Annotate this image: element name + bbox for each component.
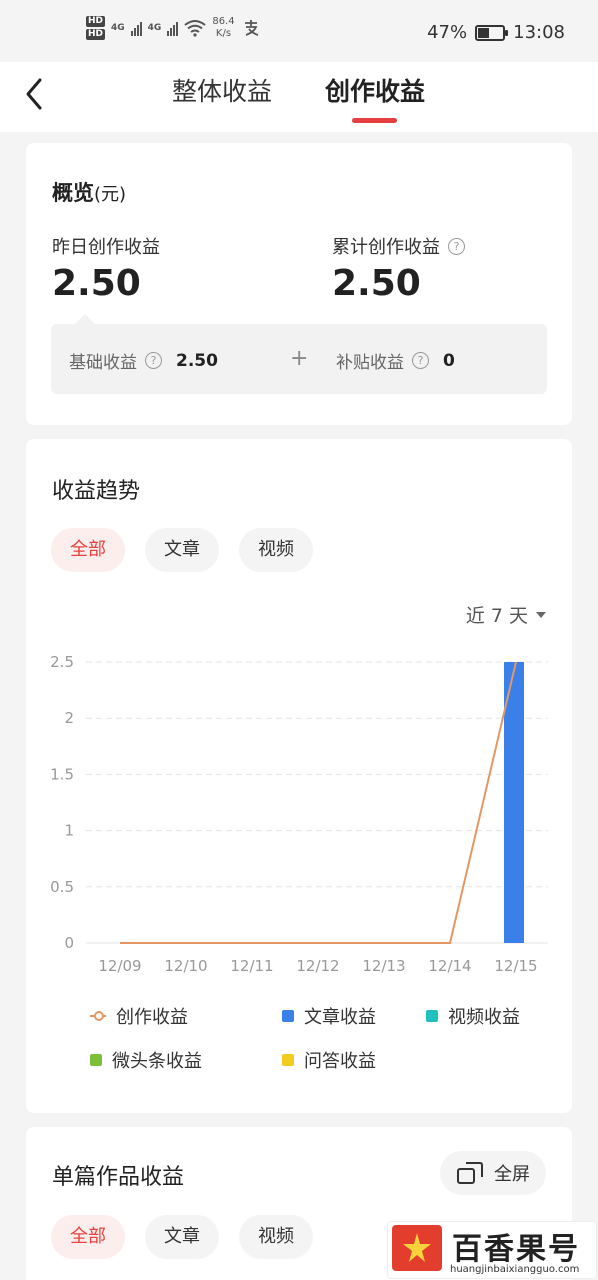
legend-item-articles[interactable]: 文章收益 xyxy=(282,1003,376,1029)
x-tick-label: 12/15 xyxy=(494,957,537,975)
fullscreen-button[interactable]: 全屏 xyxy=(440,1151,546,1195)
base-earnings-value: 2.50 xyxy=(176,350,218,371)
yesterday-label: 昨日创作收益 xyxy=(52,233,160,259)
legend-item-qa[interactable]: 问答收益 xyxy=(282,1047,376,1073)
date-range-dropdown[interactable]: 近 7 天 xyxy=(466,601,546,628)
alipay-icon xyxy=(244,20,258,36)
legend-label-qa: 问答收益 xyxy=(304,1051,376,1072)
total-value: 2.50 xyxy=(332,263,421,304)
overview-unit: (元) xyxy=(94,184,127,205)
single-work-title: 单篇作品收益 xyxy=(52,1165,185,1190)
x-tick-label: 12/13 xyxy=(362,957,405,975)
watermark-logo xyxy=(392,1225,442,1271)
filter-articles[interactable]: 文章 xyxy=(145,528,219,572)
line-marker-icon xyxy=(90,1011,106,1021)
hd-badge-2: HD xyxy=(86,29,106,40)
chart-legend: 创作收益 文章收益 视频收益 微头条收益 问答收益 xyxy=(90,1003,550,1093)
overview-card: 概览(元) 昨日创作收益 2.50 累计创作收益 ? 2.50 基础收益 ? 2… xyxy=(26,143,572,425)
help-icon[interactable]: ? xyxy=(145,352,162,369)
network-speed: 86.4 K/s xyxy=(212,16,234,40)
network-label-2: 4G xyxy=(147,23,162,33)
legend-swatch xyxy=(426,1010,438,1022)
legend-label-videos: 视频收益 xyxy=(448,1007,520,1028)
y-tick-label: 1 xyxy=(64,822,74,840)
total-label: 累计创作收益 ? xyxy=(332,233,465,259)
yesterday-value: 2.50 xyxy=(52,263,141,304)
fullscreen-label: 全屏 xyxy=(494,1164,530,1185)
x-tick-label: 12/12 xyxy=(296,957,339,975)
y-tick-label: 2 xyxy=(64,709,74,727)
signal-icon-2 xyxy=(167,20,179,36)
status-right: 47% 13:08 xyxy=(427,22,565,43)
earnings-trend-card: 收益趋势 全部 文章 视频 近 7 天 0 0.5 1 1.5 2 2.5 12/09 12/… xyxy=(26,439,572,1113)
subsidy-earnings: 补贴收益 ? 0 xyxy=(336,348,455,374)
y-tick-label: 2.5 xyxy=(50,653,74,671)
watermark: 百香果号 huangjinbaixiangguo.com xyxy=(388,1222,596,1278)
trend-filter-chips: 全部 文章 视频 xyxy=(51,528,313,572)
series-line xyxy=(120,661,517,944)
base-earnings: 基础收益 ? 2.50 xyxy=(69,348,218,374)
single-work-filter-chips: 全部 文章 视频 xyxy=(51,1215,313,1259)
y-tick-label: 1.5 xyxy=(50,765,74,783)
speed-value: 86.4 xyxy=(212,16,235,27)
trend-title: 收益趋势 xyxy=(52,479,141,504)
legend-swatch xyxy=(90,1054,102,1066)
tab-overall-earnings[interactable]: 整体收益 xyxy=(172,72,272,108)
signal-icon xyxy=(130,20,142,36)
legend-swatch xyxy=(282,1010,294,1022)
fullscreen-icon xyxy=(457,1162,483,1184)
single-filter-videos[interactable]: 视频 xyxy=(239,1215,313,1259)
legend-label-microheadline: 微头条收益 xyxy=(112,1051,202,1072)
y-tick-label: 0 xyxy=(64,934,74,952)
overview-title: 概览(元) xyxy=(52,177,126,207)
legend-item-creation[interactable]: 创作收益 xyxy=(90,1003,188,1029)
star-icon xyxy=(403,1233,431,1262)
tab-creation-earnings[interactable]: 创作收益 xyxy=(325,72,425,108)
date-range-label: 近 7 天 xyxy=(465,605,528,627)
subsidy-earnings-value: 0 xyxy=(443,350,455,371)
watermark-url: huangjinbaixiangguo.com xyxy=(450,1264,580,1275)
earnings-breakdown: 基础收益 ? 2.50 + 补贴收益 ? 0 xyxy=(51,314,547,394)
hd-badge-1: HD xyxy=(86,16,106,27)
active-tab-indicator xyxy=(352,118,397,123)
plus-sign: + xyxy=(290,346,309,371)
x-tick-label: 12/10 xyxy=(164,957,207,975)
legend-label-creation: 创作收益 xyxy=(116,1007,188,1028)
legend-label-articles: 文章收益 xyxy=(304,1007,376,1028)
yesterday-label-text: 昨日创作收益 xyxy=(52,237,160,258)
hd-badges: HD HD xyxy=(86,16,106,40)
back-arrow-icon[interactable] xyxy=(20,74,50,114)
x-tick-label: 12/14 xyxy=(428,957,471,975)
subsidy-earnings-label: 补贴收益 xyxy=(336,353,404,373)
x-tick-label: 12/11 xyxy=(230,957,273,975)
filter-all[interactable]: 全部 xyxy=(51,528,125,572)
caret-down-icon xyxy=(536,611,546,618)
status-bar: HD HD 4G 4G 86.4 K/s 47% 13:08 xyxy=(0,0,598,62)
battery-fill xyxy=(478,27,490,38)
help-icon[interactable]: ? xyxy=(412,352,429,369)
filter-videos[interactable]: 视频 xyxy=(239,528,313,572)
watermark-brand: 百香果号 xyxy=(452,1232,580,1267)
base-earnings-label: 基础收益 xyxy=(69,353,137,373)
help-icon[interactable]: ? xyxy=(448,237,465,255)
battery-icon xyxy=(475,24,509,41)
speed-unit: K/s xyxy=(215,28,232,39)
battery-percent: 47% xyxy=(427,22,468,43)
total-label-text: 累计创作收益 xyxy=(332,237,440,258)
x-tick-label: 12/09 xyxy=(98,957,141,975)
single-filter-all[interactable]: 全部 xyxy=(51,1215,125,1259)
single-filter-articles[interactable]: 文章 xyxy=(145,1215,219,1259)
earnings-trend-chart: 0 0.5 1 1.5 2 2.5 12/09 12/10 12/11 12/12 12/13 12/… xyxy=(50,653,548,975)
legend-swatch xyxy=(282,1054,294,1066)
status-left: HD HD 4G 4G 86.4 K/s xyxy=(86,16,261,40)
legend-item-videos[interactable]: 视频收益 xyxy=(426,1003,520,1029)
wifi-icon xyxy=(184,20,206,37)
top-nav: 整体收益 创作收益 xyxy=(0,62,598,132)
y-tick-label: 0.5 xyxy=(50,878,74,896)
legend-item-microheadline[interactable]: 微头条收益 xyxy=(90,1047,202,1073)
network-label-1: 4G xyxy=(111,23,125,33)
clock: 13:08 xyxy=(513,22,565,43)
overview-title-text: 概览 xyxy=(52,181,94,205)
